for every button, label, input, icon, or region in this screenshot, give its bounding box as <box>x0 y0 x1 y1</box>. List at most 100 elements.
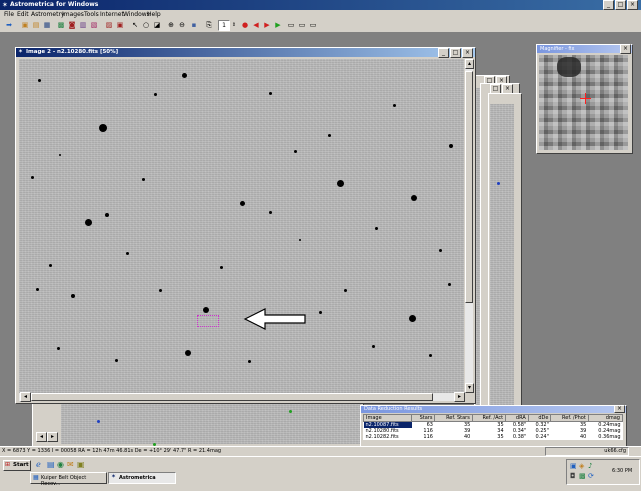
open-icon[interactable]: ▣ <box>20 20 30 30</box>
scroll-down-button[interactable]: ▾ <box>465 383 474 393</box>
tray-monitor-icon[interactable]: ▩ <box>579 472 586 480</box>
col-dde[interactable]: dDe <box>527 414 552 422</box>
start-button[interactable]: ⊞ Start <box>3 460 31 471</box>
minimize-button[interactable]: _ <box>603 0 614 10</box>
menu-edit[interactable]: Edit <box>17 11 29 18</box>
col-ref-phot[interactable]: Ref. /Phot <box>550 414 589 422</box>
table-row[interactable]: n2.10282.fits 116 40 35 0.38" 0.24" 40 0… <box>364 434 623 440</box>
col-dra[interactable]: dRA <box>505 414 529 422</box>
tray-app-icon[interactable]: ◘ <box>570 472 576 480</box>
task-astrometrica[interactable]: ✶ Astrometrica <box>108 472 176 484</box>
process-icon[interactable]: ▣ <box>115 20 125 30</box>
blink-icon[interactable]: ◙ <box>67 20 77 30</box>
menu-internet[interactable]: Internet <box>100 11 124 18</box>
results-window[interactable]: Data Reduction Results × Image Stars Ref… <box>360 405 627 448</box>
col-stars[interactable]: Stars <box>411 414 436 422</box>
grid-icon[interactable]: ▩ <box>56 20 66 30</box>
window-icon-3[interactable]: ▭ <box>308 20 318 30</box>
stack-icon[interactable]: ▥ <box>78 20 88 30</box>
quicklaunch-app-icon[interactable]: ▣ <box>77 460 85 469</box>
star <box>439 249 442 252</box>
scroll-right-main-button[interactable]: ▸ <box>454 392 465 402</box>
cursor-icon[interactable]: ↖ <box>130 20 140 30</box>
play-forward-icon[interactable]: ▶ <box>262 20 272 30</box>
image-maximize-button[interactable]: □ <box>450 48 461 58</box>
col-image[interactable]: Image <box>362 414 413 422</box>
image-icon[interactable]: ▪ <box>189 20 199 30</box>
quicklaunch-outlook-icon[interactable]: ✉ <box>67 460 74 469</box>
circle-icon[interactable]: ○ <box>141 20 151 30</box>
menu-astrometry[interactable]: Astrometry <box>31 11 65 18</box>
play-icon[interactable]: ▶ <box>273 20 283 30</box>
window-icon-1[interactable]: ▭ <box>286 20 296 30</box>
zoom-out-icon[interactable]: ⊖ <box>177 20 187 30</box>
menu-help[interactable]: Help <box>147 11 161 18</box>
vertical-scrollbar[interactable]: ▴ ▾ <box>465 59 474 393</box>
pointer-arrow <box>243 308 306 330</box>
scroll-up-button[interactable]: ▴ <box>465 59 474 69</box>
menu-tools[interactable]: Tools <box>84 11 99 18</box>
quicklaunch-ie-icon[interactable]: ℯ <box>36 460 41 469</box>
save-icon[interactable]: ▦ <box>42 20 52 30</box>
scroll-right-button[interactable]: ▸ <box>47 432 58 442</box>
scroll-left-main-button[interactable]: ◂ <box>20 392 31 402</box>
star <box>393 104 396 107</box>
status-config: uk66.cfg <box>545 447 629 456</box>
star-green-bottom-2 <box>289 410 292 413</box>
clock[interactable]: 6:30 PM <box>612 468 632 474</box>
menu-file[interactable]: File <box>4 11 14 18</box>
play-back-icon[interactable]: ◀ <box>251 20 261 30</box>
magnifier-close-button[interactable]: × <box>620 44 631 54</box>
tray-volume-icon[interactable]: ♪ <box>588 462 592 470</box>
frame-spinner-icon[interactable]: ⇕ <box>229 20 239 30</box>
col-dmag[interactable]: dmag <box>587 414 624 422</box>
image-window-main[interactable]: ✶ Image 2 - n2.10280.fits [50%] _ □ × ▴ … <box>15 47 476 404</box>
task-astrometrica-icon: ✶ <box>111 473 117 480</box>
image-window-title-bar: ✶ Image 2 - n2.10280.fits [50%] _ □ × <box>16 48 475 58</box>
image-canvas[interactable] <box>19 59 464 393</box>
magnifier-blob <box>557 57 581 77</box>
menu-bar: File Edit Astrometry Images Tools Intern… <box>0 10 641 19</box>
task-kuiper[interactable]: ▦ Kuiper Belt Object Recov... <box>30 472 107 487</box>
col-ref-act[interactable]: Ref. /Act <box>471 414 507 422</box>
star <box>49 264 52 267</box>
image-close-button[interactable]: × <box>462 48 473 58</box>
zoom-in-icon[interactable]: ⊕ <box>166 20 176 30</box>
select-icon[interactable]: ◪ <box>152 20 162 30</box>
record-icon[interactable]: ● <box>240 20 250 30</box>
menu-images[interactable]: Images <box>62 11 84 18</box>
app-title-bar: ✶ Astrometrica for Windows _ □ × <box>0 0 641 10</box>
star <box>159 289 162 292</box>
quicklaunch-desktop-icon[interactable]: ▤ <box>47 460 55 469</box>
image-minimize-button[interactable]: _ <box>438 48 449 58</box>
scroll-left-button[interactable]: ◂ <box>36 432 47 442</box>
tray-network-icon[interactable]: ▣ <box>570 462 577 470</box>
tray-sync-icon[interactable]: ⟳ <box>588 472 594 480</box>
star <box>57 347 60 350</box>
task-kuiper-label: Kuiper Belt Object Recov... <box>41 475 87 487</box>
object-marker[interactable] <box>197 315 219 327</box>
filter-icon[interactable]: ▧ <box>89 20 99 30</box>
menu-windows[interactable]: Windows <box>123 11 150 18</box>
image-window-background-3[interactable] <box>488 93 522 435</box>
quicklaunch-media-icon[interactable]: ◉ <box>57 460 64 469</box>
calc-icon[interactable]: ▨ <box>104 20 114 30</box>
star <box>38 79 41 82</box>
hscroll-thumb[interactable] <box>31 393 433 401</box>
horizontal-scrollbar[interactable]: ◂ ▸ <box>19 392 465 402</box>
taskbar: ⊞ Start ℯ ▤ ◉ ✉ ▣ ▦ Kuiper Belt Object R… <box>0 456 641 491</box>
star <box>182 73 187 78</box>
blink-frames-icon[interactable]: ⎘ <box>204 20 214 30</box>
scroll-thumb[interactable] <box>465 71 473 303</box>
window-icon-2[interactable]: ▭ <box>297 20 307 30</box>
results-close-button[interactable]: × <box>614 405 625 413</box>
col-ref-stars[interactable]: Ref. Stars <box>434 414 473 422</box>
magnifier-window[interactable]: Magnifier - fix × <box>536 44 633 154</box>
close-button[interactable]: × <box>627 0 638 10</box>
results-title-bar: Data Reduction Results × <box>361 405 626 413</box>
maximize-button[interactable]: □ <box>615 0 626 10</box>
folder-icon[interactable]: ▤ <box>31 20 41 30</box>
new-icon[interactable]: ➡ <box>4 20 14 30</box>
results-title: Data Reduction Results <box>364 406 423 412</box>
tray-shield-icon[interactable]: ◈ <box>579 462 584 470</box>
